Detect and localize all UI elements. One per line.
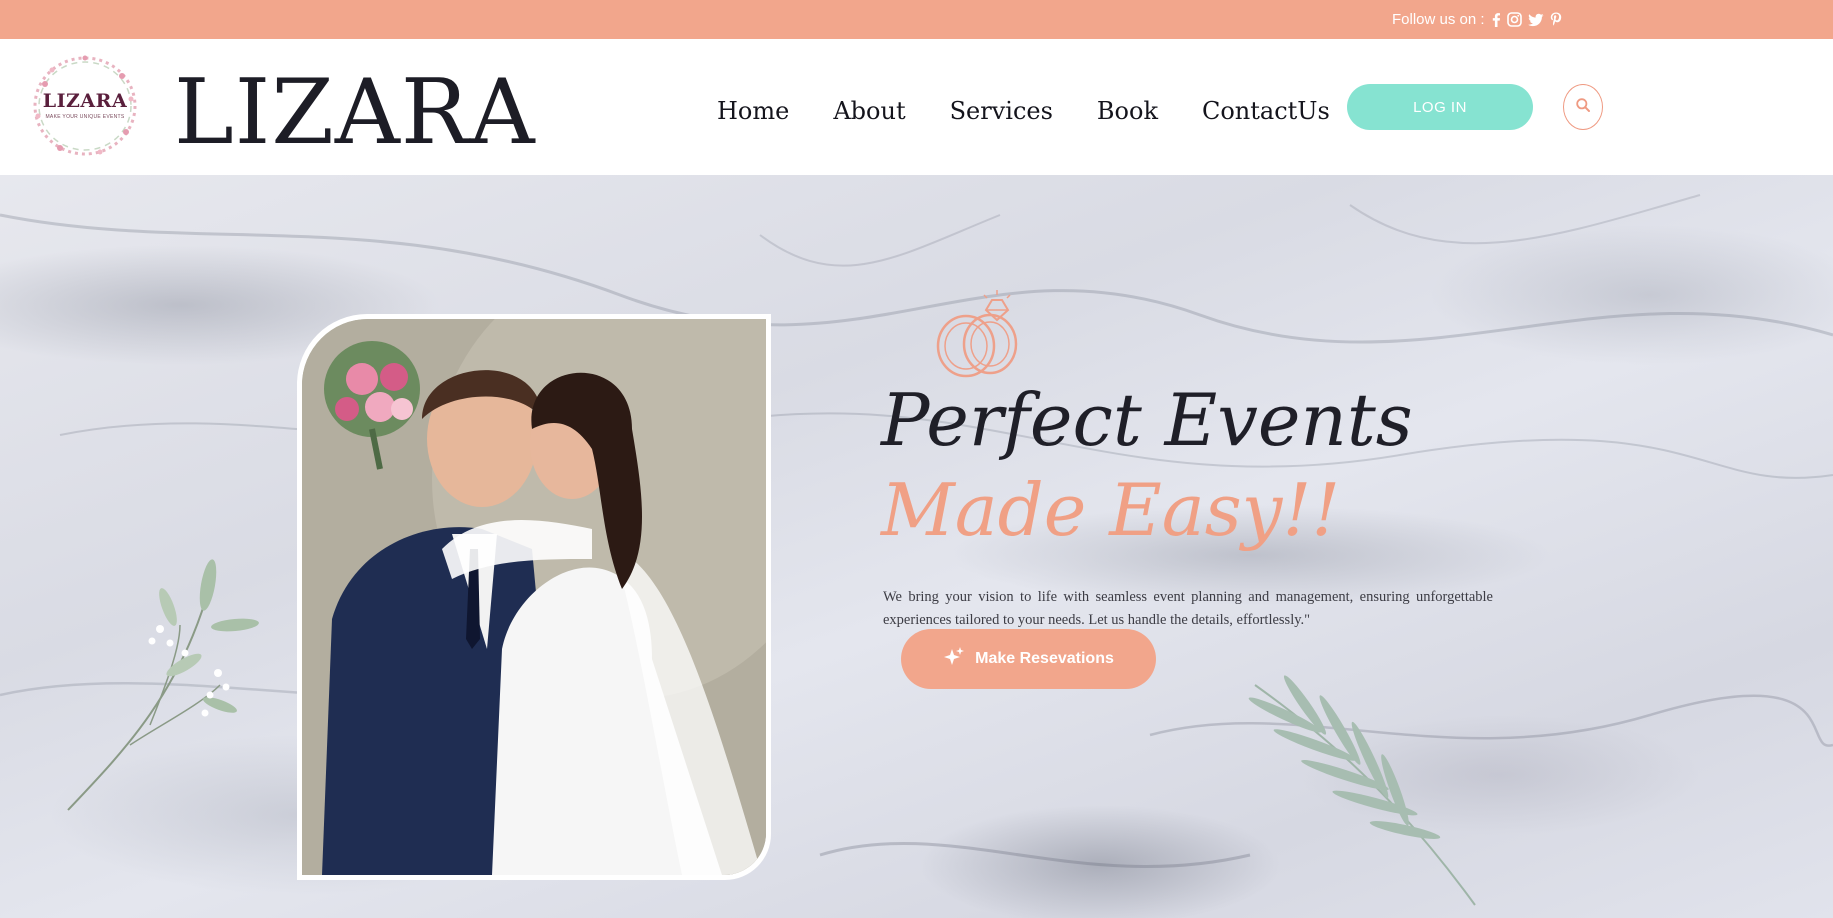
logo-tagline: MAKE YOUR UNIQUE EVENTS xyxy=(45,114,125,120)
floral-sprig-decoration xyxy=(67,559,259,811)
couple-photo-frame xyxy=(297,314,771,880)
hero-description: We bring your vision to life with seamle… xyxy=(883,588,1493,628)
brand-name[interactable]: LIZARA xyxy=(174,63,536,163)
wedding-rings-icon xyxy=(936,290,1018,378)
search-icon xyxy=(1575,97,1591,118)
palm-leaf-decoration xyxy=(1248,675,1476,906)
site-header: LIZARA MAKE YOUR UNIQUE EVENTS LIZARA Ho… xyxy=(0,39,1833,175)
hero-section: Perfect Events Made Easy!! We bring your… xyxy=(0,175,1833,918)
hero-headline-line1: Perfect Events xyxy=(881,378,1413,462)
follow-label: Follow us on : xyxy=(1392,11,1485,28)
pinterest-icon[interactable] xyxy=(1550,12,1562,27)
make-reservations-button[interactable]: Make Resevations xyxy=(901,629,1156,689)
login-button[interactable]: LOG IN xyxy=(1347,84,1533,130)
logo-badge[interactable]: LIZARA MAKE YOUR UNIQUE EVENTS xyxy=(30,54,140,159)
top-bar: Follow us on : xyxy=(0,0,1833,39)
nav-contactus[interactable]: ContactUs xyxy=(1202,97,1330,125)
couple-photo xyxy=(302,319,766,875)
follow-us: Follow us on : xyxy=(1392,0,1562,39)
search-button[interactable] xyxy=(1563,84,1603,130)
cta-label: Make Resevations xyxy=(975,650,1114,667)
nav-about[interactable]: About xyxy=(833,97,905,125)
twitter-icon[interactable] xyxy=(1527,13,1544,27)
logo-text: LIZARA xyxy=(42,90,128,112)
hero-headline-line2: Made Easy!! xyxy=(881,468,1341,552)
nav-services[interactable]: Services xyxy=(950,97,1053,125)
sparkle-icon xyxy=(943,646,965,673)
main-nav: Home About Services Book ContactUs xyxy=(717,91,1374,131)
nav-book[interactable]: Book xyxy=(1097,97,1158,125)
facebook-icon[interactable] xyxy=(1491,12,1501,27)
instagram-icon[interactable] xyxy=(1506,12,1522,27)
nav-home[interactable]: Home xyxy=(717,97,789,125)
